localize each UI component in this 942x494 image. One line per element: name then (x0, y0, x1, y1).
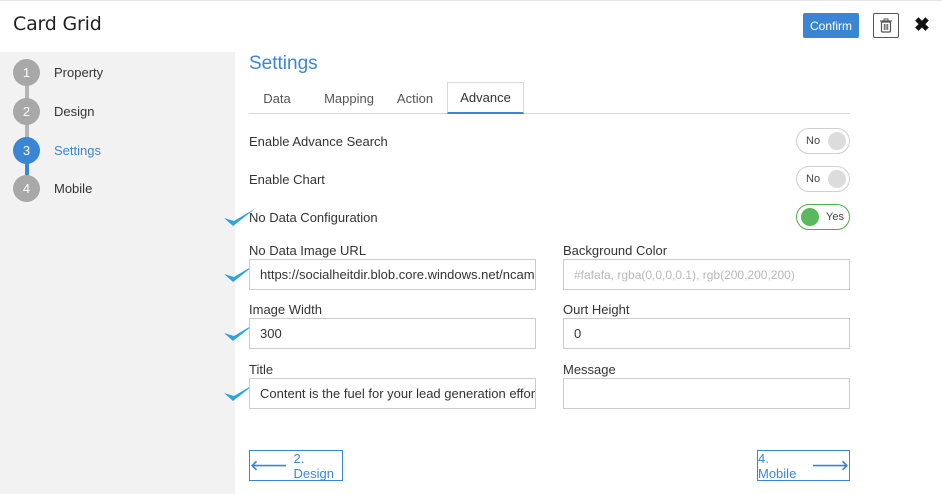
background-color-input[interactable]: #fafafa, rgba(0,0,0,0.1), rgb(200,200,20… (563, 259, 850, 290)
step-number: 3 (13, 136, 40, 164)
trash-icon (880, 18, 892, 33)
step-settings[interactable]: 3 Settings (13, 136, 101, 164)
toggle-state: Yes (826, 211, 844, 223)
title-input[interactable]: Content is the fuel for your lead genera… (249, 378, 536, 409)
step-label: Mobile (54, 180, 93, 196)
no-data-configuration-toggle[interactable]: Yes (796, 204, 850, 230)
next-step-label: 4. Mobile (758, 450, 797, 481)
tab-action[interactable]: Action (389, 82, 441, 114)
close-icon: ✖ (914, 15, 930, 36)
toggle-state: No (806, 135, 821, 147)
tab-advance[interactable]: Advance (447, 82, 524, 114)
message-label: Message (563, 362, 616, 377)
enable-chart-label: Enable Chart (249, 172, 325, 187)
section-title: Settings (249, 53, 318, 74)
step-number: 4 (13, 174, 40, 202)
previous-step-label: 2. Design (293, 450, 335, 481)
tab-mapping[interactable]: Mapping (305, 82, 393, 114)
arrow-left-icon: 🡐 (250, 457, 288, 473)
delete-button[interactable] (873, 13, 899, 38)
step-mobile[interactable]: 4 Mobile (13, 174, 92, 202)
step-design[interactable]: 2 Design (13, 97, 94, 125)
step-label: Settings (54, 142, 101, 158)
enable-chart-toggle[interactable]: No (796, 166, 850, 192)
no-data-image-url-input[interactable]: https://socialheitdir.blob.core.windows.… (249, 259, 536, 290)
no-data-image-url-label: No Data Image URL (249, 243, 367, 258)
step-property[interactable]: 1 Property (13, 58, 103, 86)
confirm-button[interactable]: Confirm (803, 13, 859, 38)
background-color-label: Background Color (563, 243, 668, 258)
toggle-knob (828, 132, 846, 150)
next-step-button[interactable]: 4. Mobile 🡒 (757, 450, 850, 481)
page-title: Card Grid (13, 13, 102, 35)
previous-step-button[interactable]: 🡐 2. Design (249, 450, 343, 481)
step-label: Property (54, 64, 104, 80)
message-input[interactable] (563, 378, 850, 409)
step-label: Design (54, 103, 95, 119)
tab-bar: Data Mapping Action Advance (249, 82, 850, 114)
toggle-state: No (806, 173, 821, 185)
ourt-height-label: Ourt Height (563, 302, 630, 317)
arrow-right-icon: 🡒 (811, 457, 849, 473)
step-number: 1 (13, 58, 40, 86)
title-label: Title (249, 362, 274, 377)
toggle-knob (828, 170, 846, 188)
tab-data[interactable]: Data (249, 82, 305, 114)
top-bar: Card Grid Confirm ✖ (0, 0, 942, 50)
enable-advance-search-label: Enable Advance Search (249, 134, 388, 149)
image-width-input[interactable]: 300 (249, 318, 536, 349)
close-button[interactable]: ✖ (911, 13, 933, 38)
ourt-height-input[interactable]: 0 (563, 318, 850, 349)
no-data-configuration-label: No Data Configuration (249, 210, 378, 225)
image-width-label: Image Width (249, 302, 322, 317)
step-number: 2 (13, 97, 40, 125)
toggle-knob (801, 208, 819, 226)
enable-advance-search-toggle[interactable]: No (796, 128, 850, 154)
wizard-sidebar: 1 Property 2 Design 3 Settings 4 Mobile (0, 52, 235, 494)
